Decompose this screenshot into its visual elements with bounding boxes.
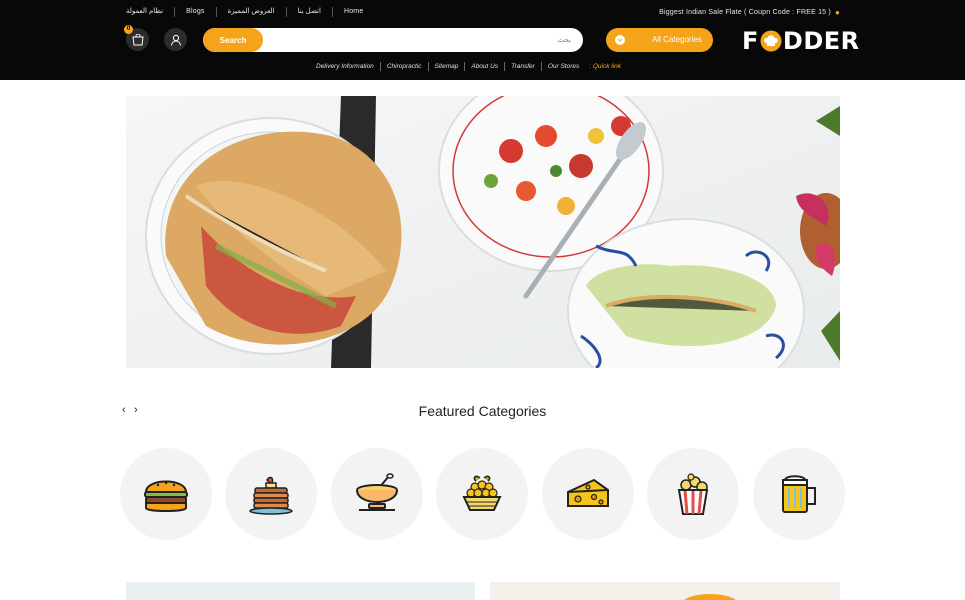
quick-link-chiropractic[interactable]: Chiropractic bbox=[379, 61, 428, 71]
nav-link-commission[interactable]: نظام العمولة bbox=[126, 7, 174, 17]
category-pancake[interactable] bbox=[225, 448, 317, 540]
pancake-icon bbox=[249, 476, 293, 515]
food-banner-image bbox=[126, 96, 840, 368]
logo-text-end: DDER bbox=[782, 27, 860, 55]
search-bar: Search bbox=[203, 28, 583, 52]
nav-link-contact[interactable]: اتصل بنا bbox=[285, 7, 332, 17]
soup-bowl-icon bbox=[356, 473, 398, 511]
nav-link-home[interactable]: Home bbox=[331, 7, 374, 17]
nav-link-blogs[interactable]: Blogs bbox=[174, 7, 216, 17]
user-icon bbox=[170, 34, 181, 46]
cheese-icon bbox=[567, 478, 609, 507]
cart-count-badge: 0 bbox=[124, 25, 133, 34]
category-burger[interactable] bbox=[120, 448, 212, 540]
quick-link-sitemap[interactable]: Sitemap bbox=[427, 61, 465, 71]
site-logo[interactable]: F DDER bbox=[742, 27, 860, 55]
promo-text: Biggest Indian Sale Flate ( Coupn Code :… bbox=[659, 8, 831, 16]
quick-link-about[interactable]: About Us bbox=[464, 61, 504, 71]
popcorn-icon bbox=[677, 473, 709, 515]
quick-link-transfer[interactable]: Transfer bbox=[504, 61, 541, 71]
fruit-bowl-icon bbox=[462, 475, 502, 511]
search-button[interactable]: Search bbox=[203, 28, 263, 52]
category-fruit[interactable] bbox=[436, 448, 528, 540]
search-input[interactable] bbox=[269, 30, 571, 50]
beer-mug-icon bbox=[782, 475, 816, 513]
category-drinks[interactable] bbox=[753, 448, 845, 540]
category-soup[interactable] bbox=[331, 448, 423, 540]
quick-link-stores[interactable]: Our Stores bbox=[540, 61, 585, 71]
menu-icon bbox=[615, 35, 625, 45]
quick-links-title: : Quick link bbox=[589, 62, 622, 70]
featured-categories-list bbox=[120, 448, 846, 540]
food-image bbox=[684, 594, 736, 600]
nav-link-special-offers[interactable]: العروض المميزة bbox=[215, 7, 286, 17]
hero-banner[interactable] bbox=[126, 96, 840, 368]
burger-icon bbox=[144, 480, 188, 512]
quick-links: Delivery Information Chiropractic Sitema… bbox=[316, 61, 621, 71]
site-header: نظام العمولة Blogs العروض المميزة اتصل ب… bbox=[0, 0, 965, 80]
featured-categories-title: Featured Categories bbox=[418, 403, 547, 419]
promo-card-left[interactable] bbox=[126, 582, 475, 600]
account-button[interactable] bbox=[164, 28, 187, 51]
promo-card-right[interactable] bbox=[490, 582, 840, 600]
top-navigation: نظام العمولة Blogs العروض المميزة اتصل ب… bbox=[126, 6, 374, 18]
chef-hat-icon bbox=[760, 30, 782, 52]
all-categories-button[interactable]: All Categories bbox=[606, 28, 713, 52]
all-categories-label: All Categories bbox=[652, 35, 702, 44]
cart-icon bbox=[131, 33, 144, 45]
quick-link-delivery[interactable]: Delivery Information bbox=[316, 62, 380, 71]
category-cheese[interactable] bbox=[542, 448, 634, 540]
logo-text-start: F bbox=[742, 27, 759, 55]
tag-icon: ● bbox=[834, 7, 840, 17]
promo-banner: Biggest Indian Sale Flate ( Coupn Code :… bbox=[659, 6, 840, 18]
cart-button[interactable]: 0 bbox=[124, 25, 149, 51]
category-popcorn[interactable] bbox=[647, 448, 739, 540]
